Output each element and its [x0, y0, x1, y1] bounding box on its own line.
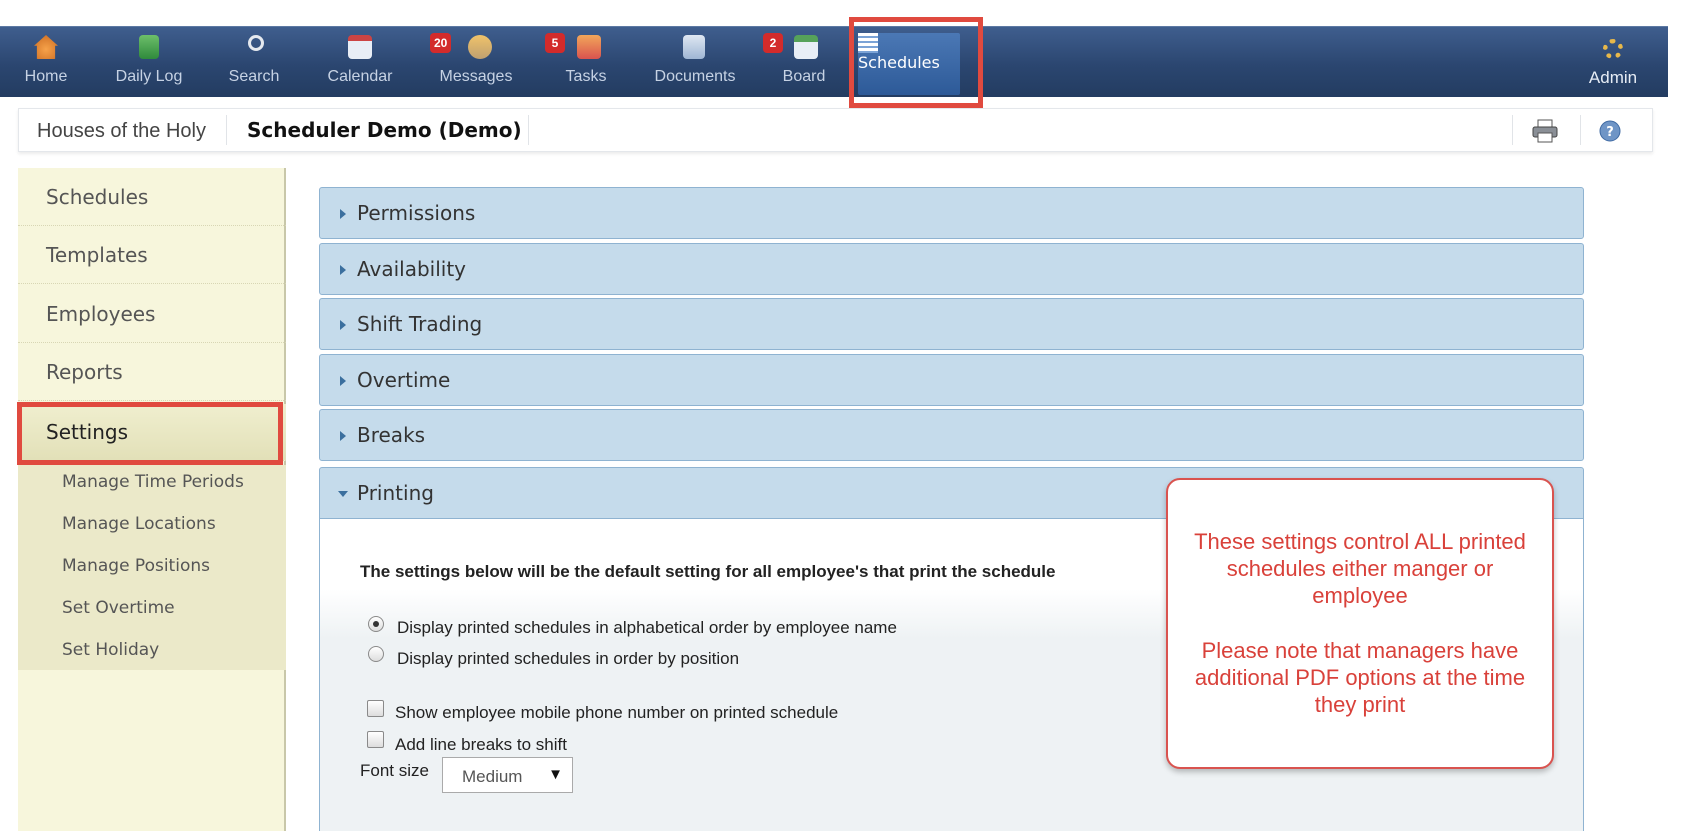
location-label[interactable]: Houses of the Holy	[37, 120, 206, 143]
schedules-icon	[858, 33, 878, 53]
divider	[226, 115, 227, 145]
board-icon	[794, 35, 818, 59]
calendar-icon	[348, 35, 372, 59]
nav-calendar[interactable]: Calendar	[314, 27, 406, 98]
callout-text-2: Please note that managers have additiona…	[1194, 638, 1526, 717]
accordion-permissions[interactable]: Permissions	[319, 187, 1584, 239]
submenu-manage-positions[interactable]: Manage Positions	[62, 556, 210, 576]
divider	[1512, 115, 1513, 145]
sidebar: Schedules Templates Employees Reports Se…	[18, 168, 286, 831]
sidebar-item-employees[interactable]: Employees	[18, 285, 286, 343]
print-icon[interactable]	[1532, 119, 1558, 143]
sidebar-item-schedules[interactable]: Schedules	[18, 168, 286, 226]
font-size-label: Font size	[360, 761, 429, 780]
home-icon	[34, 35, 58, 59]
expand-arrow-icon	[340, 209, 346, 219]
nav-daily-log[interactable]: Daily Log	[103, 27, 195, 98]
radio-alphabetical-label: Display printed schedules in alphabetica…	[397, 618, 897, 637]
divider	[1580, 115, 1581, 145]
submenu-manage-locations[interactable]: Manage Locations	[62, 514, 216, 534]
documents-icon	[683, 35, 705, 59]
expand-arrow-icon	[340, 265, 346, 275]
sub-header: Houses of the Holy Scheduler Demo (Demo)…	[18, 108, 1653, 152]
nav-search[interactable]: Search	[208, 27, 300, 98]
annotation-callout: These settings control ALL printed sched…	[1166, 478, 1554, 769]
sidebar-item-templates[interactable]: Templates	[18, 226, 286, 284]
daily-log-icon	[139, 35, 159, 59]
radio-by-position[interactable]	[368, 646, 384, 662]
help-icon[interactable]: ?	[1599, 120, 1621, 142]
nav-documents[interactable]: Documents	[645, 27, 745, 98]
checkbox-mobile-phone-label: Show employee mobile phone number on pri…	[395, 703, 839, 722]
accordion-availability[interactable]: Availability	[319, 243, 1584, 295]
accordion-shift-trading[interactable]: Shift Trading	[319, 298, 1584, 350]
callout-text-1: These settings control ALL printed sched…	[1194, 529, 1526, 608]
messages-badge: 20	[430, 33, 452, 53]
nav-messages[interactable]: 20 Messages	[430, 27, 522, 98]
accordion-breaks[interactable]: Breaks	[319, 409, 1584, 461]
nav-schedules[interactable]: Schedules	[858, 33, 960, 95]
checkbox-line-breaks-label: Add line breaks to shift	[395, 735, 567, 754]
checkbox-mobile-phone[interactable]	[367, 700, 384, 717]
nav-tasks[interactable]: 5 Tasks	[540, 27, 632, 98]
chevron-down-icon: ▼	[548, 766, 563, 783]
top-nav: Home Daily Log Search Calendar 20 Messag…	[0, 26, 1668, 97]
nav-admin[interactable]: Admin	[1558, 27, 1668, 98]
submenu-set-holiday[interactable]: Set Holiday	[62, 640, 159, 660]
messages-icon	[468, 35, 492, 59]
tasks-icon	[577, 35, 601, 59]
font-size-select[interactable]: Medium ▼	[442, 757, 573, 793]
printing-intro: The settings below will be the default s…	[360, 562, 1056, 581]
board-badge: 2	[763, 33, 783, 53]
nav-home[interactable]: Home	[0, 27, 92, 98]
search-icon	[248, 35, 264, 51]
nav-board[interactable]: 2 Board	[758, 27, 850, 98]
submenu-manage-time-periods[interactable]: Manage Time Periods	[62, 472, 244, 492]
tasks-badge: 5	[545, 33, 565, 53]
gear-icon	[1603, 39, 1623, 59]
checkbox-line-breaks[interactable]	[367, 731, 384, 748]
radio-alphabetical[interactable]	[368, 616, 384, 632]
collapse-arrow-icon	[338, 491, 348, 497]
expand-arrow-icon	[340, 376, 346, 386]
svg-text:?: ?	[1606, 125, 1614, 140]
settings-submenu: Manage Time Periods Manage Locations Man…	[18, 465, 286, 670]
expand-arrow-icon	[340, 320, 346, 330]
radio-by-position-label: Display printed schedules in order by po…	[397, 649, 740, 668]
page-title: Scheduler Demo (Demo)	[247, 118, 522, 142]
sidebar-item-reports[interactable]: Reports	[18, 343, 286, 401]
divider	[528, 115, 529, 145]
expand-arrow-icon	[340, 431, 346, 441]
submenu-set-overtime[interactable]: Set Overtime	[62, 598, 175, 618]
accordion-overtime[interactable]: Overtime	[319, 354, 1584, 406]
sidebar-item-settings[interactable]: Settings	[18, 404, 286, 461]
